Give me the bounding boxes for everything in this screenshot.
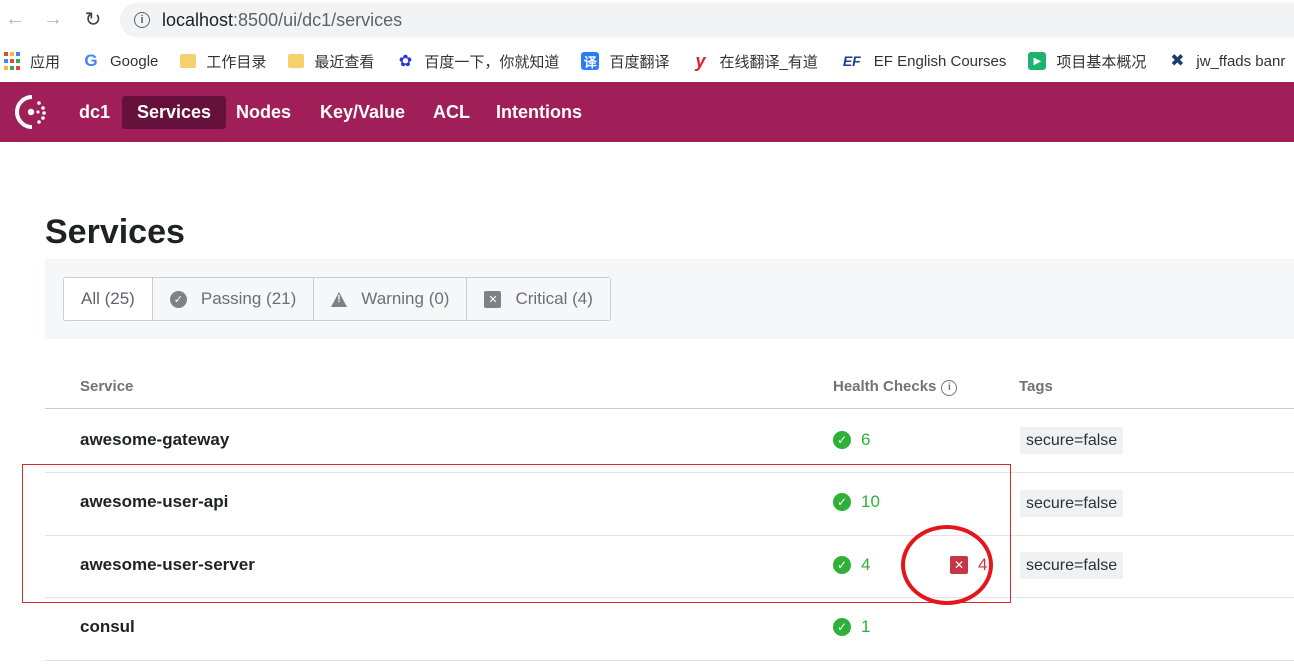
nav-acl[interactable]: ACL xyxy=(418,96,485,129)
filter-label: Warning (0) xyxy=(361,289,450,308)
bookmark-baidu[interactable]: ✿ 百度一下，你就知道 xyxy=(396,51,560,72)
project-icon: ▶ xyxy=(1028,52,1047,70)
filter-passing[interactable]: ✓ Passing (21) xyxy=(152,278,315,320)
folder-icon xyxy=(180,54,197,68)
info-icon[interactable]: i xyxy=(941,379,958,396)
ef-icon: EF xyxy=(842,53,861,69)
column-header-tags: Tags xyxy=(1019,378,1053,395)
fanyi-icon: 译 xyxy=(581,52,600,70)
column-header-service[interactable]: Service xyxy=(80,378,133,395)
consul-logo-icon[interactable] xyxy=(14,94,50,130)
reload-icon[interactable]: ↻ xyxy=(80,6,106,32)
bookmark-google[interactable]: G Google xyxy=(82,51,159,70)
jw-icon: ✖ xyxy=(1170,51,1185,70)
bookmark-jw[interactable]: ✖ jw_ffads banr xyxy=(1168,51,1286,70)
consul-top-nav: dc1 Services Nodes Key/Value ACL Intenti… xyxy=(0,82,1294,142)
forward-arrow-icon[interactable]: → xyxy=(40,6,66,32)
baidu-icon: ✿ xyxy=(398,53,413,70)
health-filter-tabs: All (25) ✓ Passing (21) Warning (0) ✕ Cr… xyxy=(63,277,611,321)
filter-warning[interactable]: Warning (0) xyxy=(314,278,468,320)
check-circle-icon: ✓ xyxy=(833,431,851,449)
back-arrow-icon[interactable]: ← xyxy=(2,6,28,32)
url-host: localhost xyxy=(162,9,234,30)
table-header-divider xyxy=(45,408,1294,409)
passing-count: 6 xyxy=(861,430,871,449)
apps-icon xyxy=(4,52,20,70)
annotation-circle xyxy=(901,525,993,605)
annotation-highlight-box xyxy=(22,464,1011,603)
browser-address-row: ← → ↻ i localhost:8500/ui/dc1/services xyxy=(0,0,1294,40)
bookmark-baidu-fanyi[interactable]: 译 百度翻译 xyxy=(581,51,669,72)
folder-icon xyxy=(288,54,305,68)
row-divider xyxy=(45,660,1294,661)
bookmark-label: Google xyxy=(110,52,159,70)
bookmark-label: 项目基本概况 xyxy=(1056,53,1147,71)
bookmark-work-dir[interactable]: 工作目录 xyxy=(180,51,266,72)
passing-count: 1 xyxy=(861,617,871,636)
critical-x-icon: ✕ xyxy=(484,290,502,308)
bookmark-label: 应用 xyxy=(30,53,61,71)
service-link[interactable]: awesome-gateway xyxy=(80,430,229,450)
bookmarks-bar: 应用 G Google 工作目录 最近查看 ✿ 百度一下，你就知道 译 百度翻译… xyxy=(0,40,1294,82)
bookmark-label: 百度一下，你就知道 xyxy=(424,53,560,71)
bookmark-recent[interactable]: 最近查看 xyxy=(288,51,374,72)
bookmark-label: 百度翻译 xyxy=(609,53,670,71)
url-bar[interactable]: i localhost:8500/ui/dc1/services xyxy=(120,3,1294,37)
nav-nodes[interactable]: Nodes xyxy=(221,96,306,129)
column-header-health: Health Checks i xyxy=(833,378,958,396)
url-path: :8500/ui/dc1/services xyxy=(233,9,403,30)
check-circle-icon: ✓ xyxy=(833,618,851,636)
nav-services[interactable]: Services xyxy=(122,96,227,129)
service-tag: secure=false xyxy=(1020,490,1124,517)
bookmark-label: 最近查看 xyxy=(314,53,375,71)
nav-key-value[interactable]: Key/Value xyxy=(305,96,420,129)
bookmark-label: EF English Courses xyxy=(873,52,1007,70)
column-header-health-label: Health Checks xyxy=(833,378,937,395)
filter-all[interactable]: All (25) xyxy=(64,278,153,320)
health-passing: ✓ 1 xyxy=(833,617,870,637)
service-tag: secure=false xyxy=(1020,552,1124,579)
service-tag: secure=false xyxy=(1020,427,1124,454)
bookmark-apps[interactable]: 应用 xyxy=(4,51,60,72)
bookmark-label: 工作目录 xyxy=(206,53,267,71)
page-title: Services xyxy=(45,213,185,251)
bookmark-label: jw_ffads banr xyxy=(1196,52,1286,70)
warning-icon xyxy=(331,291,348,307)
nav-intentions[interactable]: Intentions xyxy=(481,96,597,129)
filter-label: Passing (21) xyxy=(200,289,297,308)
datacenter-selector[interactable]: dc1 xyxy=(64,96,125,129)
bookmark-project[interactable]: ▶ 项目基本概况 xyxy=(1028,51,1146,72)
filter-label: Critical (4) xyxy=(515,289,593,308)
health-passing: ✓ 6 xyxy=(833,430,870,450)
bookmark-label: 在线翻译_有道 xyxy=(719,53,818,71)
youdao-icon: y xyxy=(695,50,706,71)
filter-critical[interactable]: ✕ Critical (4) xyxy=(467,278,610,320)
service-link[interactable]: consul xyxy=(80,617,135,637)
check-circle-icon: ✓ xyxy=(169,290,187,308)
filter-label: All (25) xyxy=(81,289,135,308)
site-info-icon[interactable]: i xyxy=(134,12,150,28)
google-icon: G xyxy=(84,51,98,70)
bookmark-youdao[interactable]: y 在线翻译_有道 xyxy=(691,51,817,72)
bookmark-ef[interactable]: EF EF English Courses xyxy=(840,52,1007,70)
